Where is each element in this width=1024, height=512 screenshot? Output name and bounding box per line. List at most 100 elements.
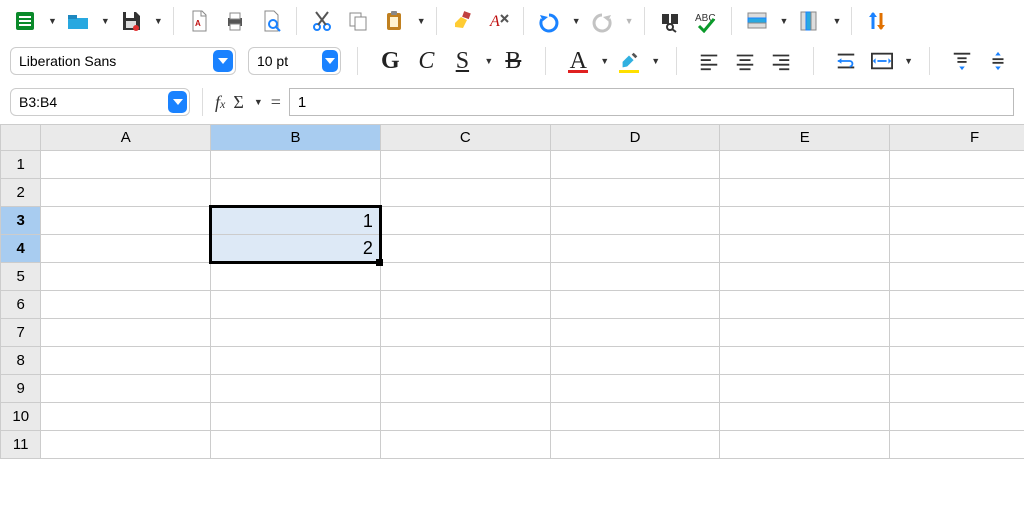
cell-B11[interactable] — [211, 431, 381, 459]
font-color-dropdown[interactable]: ▼ — [598, 56, 609, 66]
cell-D10[interactable] — [550, 403, 720, 431]
cell-F4[interactable] — [890, 235, 1024, 263]
bold-button[interactable]: G — [374, 46, 406, 76]
copy-button[interactable] — [343, 6, 373, 36]
col-header-C[interactable]: C — [380, 125, 550, 151]
row-header-4[interactable]: 4 — [1, 235, 41, 263]
font-name-input[interactable] — [19, 53, 209, 69]
align-left-button[interactable] — [693, 46, 725, 76]
highlight-button[interactable] — [613, 46, 645, 76]
underline-button[interactable]: S — [446, 46, 478, 76]
cell-D9[interactable] — [550, 375, 720, 403]
row-header-1[interactable]: 1 — [1, 151, 41, 179]
cell-A9[interactable] — [41, 375, 211, 403]
font-size-dropdown[interactable] — [322, 50, 338, 72]
cell-E8[interactable] — [720, 347, 890, 375]
cell-A7[interactable] — [41, 319, 211, 347]
cell-C10[interactable] — [380, 403, 550, 431]
cell-E6[interactable] — [720, 291, 890, 319]
find-button[interactable] — [655, 6, 685, 36]
open-dropdown[interactable]: ▼ — [99, 16, 110, 26]
align-center-button[interactable] — [729, 46, 761, 76]
save-button[interactable] — [116, 6, 146, 36]
cell-A2[interactable] — [41, 179, 211, 207]
column-button[interactable] — [794, 6, 824, 36]
cell-D4[interactable] — [550, 235, 720, 263]
italic-button[interactable]: C — [410, 46, 442, 76]
name-box-dropdown[interactable] — [168, 91, 187, 113]
clone-formatting-button[interactable] — [447, 6, 477, 36]
underline-dropdown[interactable]: ▼ — [482, 56, 493, 66]
font-color-button[interactable]: A — [562, 46, 594, 76]
formula-input[interactable] — [289, 88, 1014, 116]
function-wizard-button[interactable]: fx — [215, 92, 225, 113]
cell-F5[interactable] — [890, 263, 1024, 291]
row-header-9[interactable]: 9 — [1, 375, 41, 403]
row-header-11[interactable]: 11 — [1, 431, 41, 459]
cell-E11[interactable] — [720, 431, 890, 459]
cell-F7[interactable] — [890, 319, 1024, 347]
select-all-corner[interactable] — [1, 125, 41, 151]
col-header-E[interactable]: E — [720, 125, 890, 151]
cell-A4[interactable] — [41, 235, 211, 263]
spellcheck-button[interactable]: ABC — [691, 6, 721, 36]
paste-dropdown[interactable]: ▼ — [415, 16, 426, 26]
cell-F2[interactable] — [890, 179, 1024, 207]
new-dropdown[interactable]: ▼ — [46, 16, 57, 26]
cell-C3[interactable] — [380, 207, 550, 235]
cell-A1[interactable] — [41, 151, 211, 179]
sum-button[interactable]: Σ — [233, 92, 243, 113]
cell-F8[interactable] — [890, 347, 1024, 375]
cell-C7[interactable] — [380, 319, 550, 347]
cell-E7[interactable] — [720, 319, 890, 347]
cell-A11[interactable] — [41, 431, 211, 459]
cell-E10[interactable] — [720, 403, 890, 431]
cell-B9[interactable] — [211, 375, 381, 403]
row-header-10[interactable]: 10 — [1, 403, 41, 431]
row-header-6[interactable]: 6 — [1, 291, 41, 319]
row-header-7[interactable]: 7 — [1, 319, 41, 347]
col-header-A[interactable]: A — [41, 125, 211, 151]
cell-A5[interactable] — [41, 263, 211, 291]
cell-E4[interactable] — [720, 235, 890, 263]
cell-C11[interactable] — [380, 431, 550, 459]
redo-dropdown[interactable]: ▼ — [623, 16, 634, 26]
align-top-button[interactable] — [946, 46, 978, 76]
col-header-D[interactable]: D — [550, 125, 720, 151]
font-name-dropdown[interactable] — [213, 50, 233, 72]
name-box-input[interactable] — [19, 94, 164, 110]
cell-F1[interactable] — [890, 151, 1024, 179]
cell-C4[interactable] — [380, 235, 550, 263]
cell-B5[interactable] — [211, 263, 381, 291]
font-size-input[interactable] — [257, 53, 318, 69]
cell-B1[interactable] — [211, 151, 381, 179]
cell-D5[interactable] — [550, 263, 720, 291]
cell-A8[interactable] — [41, 347, 211, 375]
clear-formatting-button[interactable]: A — [483, 6, 513, 36]
cell-E5[interactable] — [720, 263, 890, 291]
sum-dropdown[interactable]: ▼ — [252, 97, 263, 107]
cell-D1[interactable] — [550, 151, 720, 179]
col-header-B[interactable]: B — [211, 125, 381, 151]
cell-D11[interactable] — [550, 431, 720, 459]
cell-E9[interactable] — [720, 375, 890, 403]
row-button[interactable] — [742, 6, 772, 36]
cell-F9[interactable] — [890, 375, 1024, 403]
cell-F10[interactable] — [890, 403, 1024, 431]
save-dropdown[interactable]: ▼ — [152, 16, 163, 26]
row-header-8[interactable]: 8 — [1, 347, 41, 375]
cell-D6[interactable] — [550, 291, 720, 319]
cell-B3[interactable]: 1 — [211, 207, 381, 235]
row-dropdown[interactable]: ▼ — [778, 16, 789, 26]
new-button[interactable] — [10, 6, 40, 36]
undo-dropdown[interactable]: ▼ — [570, 16, 581, 26]
cell-B7[interactable] — [211, 319, 381, 347]
cell-F11[interactable] — [890, 431, 1024, 459]
paste-button[interactable] — [379, 6, 409, 36]
align-middle-button[interactable] — [982, 46, 1014, 76]
print-preview-button[interactable] — [256, 6, 286, 36]
merge-cells-button[interactable] — [866, 46, 898, 76]
print-button[interactable] — [220, 6, 250, 36]
fill-handle[interactable] — [376, 259, 383, 266]
cell-B6[interactable] — [211, 291, 381, 319]
